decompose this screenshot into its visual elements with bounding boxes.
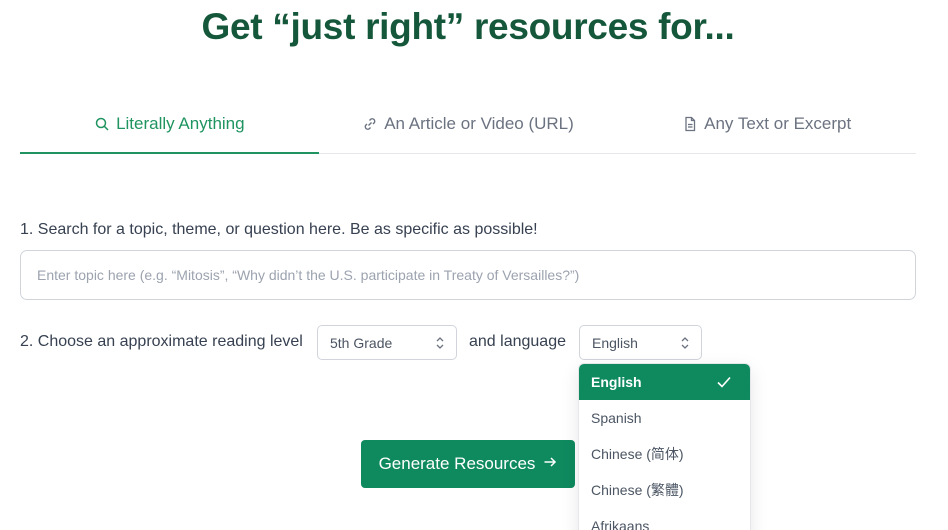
language-label: and language [469, 333, 566, 350]
search-icon [94, 116, 110, 132]
tab-article-or-video[interactable]: An Article or Video (URL) [319, 104, 618, 153]
language-option-chinese-simplified[interactable]: Chinese (简体) [579, 436, 750, 472]
document-icon [682, 116, 698, 132]
option-label: Afrikaans [591, 518, 650, 530]
language-option-afrikaans[interactable]: Afrikaans [579, 508, 750, 530]
tab-any-text[interactable]: Any Text or Excerpt [617, 104, 916, 153]
reading-level-value: 5th Grade [330, 334, 393, 351]
language-select[interactable]: English [579, 325, 702, 360]
generate-resources-button[interactable]: Generate Resources [361, 440, 575, 488]
topic-search-input[interactable] [20, 250, 916, 300]
reading-level-select[interactable]: 5th Grade [317, 325, 457, 360]
language-value: English [592, 334, 638, 351]
reading-level-label: 2. Choose an approximate reading level [20, 333, 303, 350]
language-dropdown: English Spanish Chinese (简体) Chinese (繁體… [578, 363, 751, 530]
option-label: Chinese (繁體) [591, 482, 684, 498]
generate-resources-label: Generate Resources [378, 454, 536, 473]
link-icon [362, 116, 378, 132]
topic-search-label: 1. Search for a topic, theme, or questio… [20, 221, 538, 238]
chevron-updown-icon [434, 334, 446, 352]
tab-label: Literally Anything [116, 113, 245, 133]
option-label: Spanish [591, 410, 642, 426]
tab-label: Any Text or Excerpt [704, 113, 852, 133]
arrow-right-icon [543, 454, 557, 474]
tab-label: An Article or Video (URL) [384, 113, 574, 133]
language-option-spanish[interactable]: Spanish [579, 400, 750, 436]
page-title: Get “just right” resources for... [201, 6, 735, 47]
source-tabs: Literally Anything An Article or Video (… [20, 104, 916, 154]
check-icon [716, 374, 732, 390]
language-option-chinese-traditional[interactable]: Chinese (繁體) [579, 472, 750, 508]
option-label: Chinese (简体) [591, 446, 684, 462]
tab-literally-anything[interactable]: Literally Anything [20, 104, 319, 154]
option-label: English [591, 374, 642, 390]
language-option-english[interactable]: English [579, 364, 750, 400]
chevron-updown-icon [679, 334, 691, 352]
